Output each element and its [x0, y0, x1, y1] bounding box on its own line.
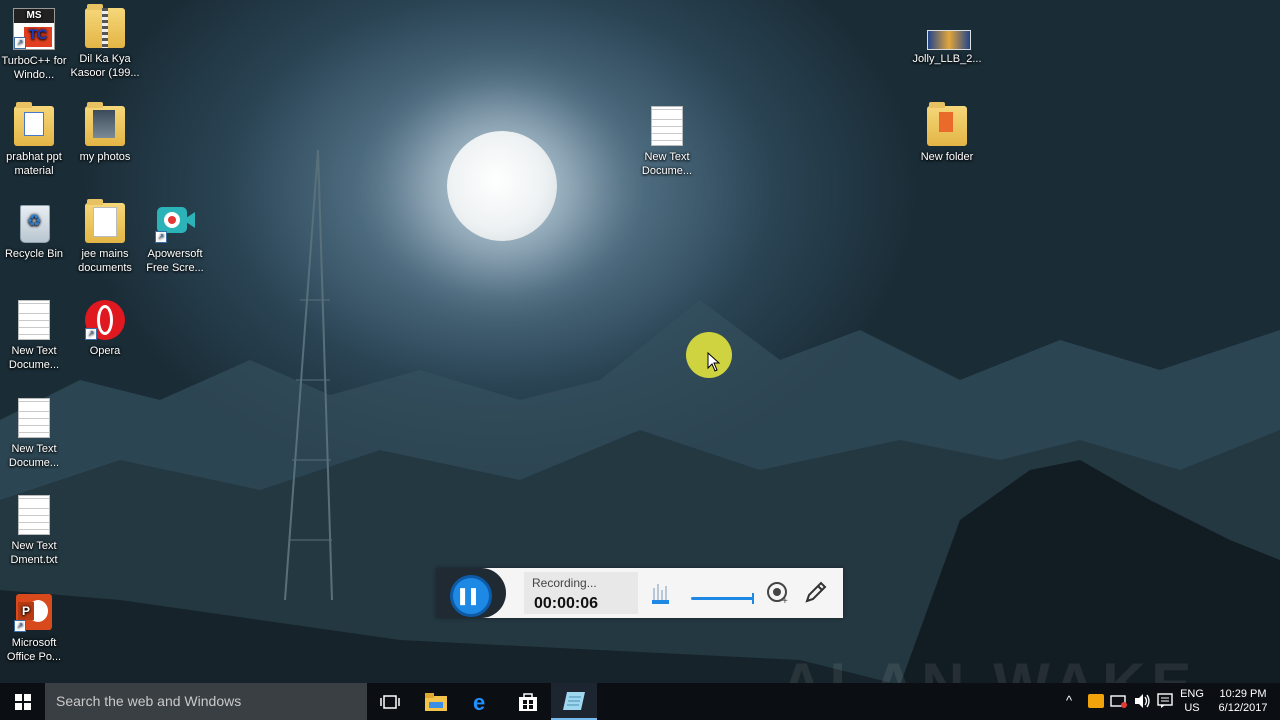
- desktop-icon-label: New folder: [920, 151, 974, 163]
- clock-date: 6/12/2017: [1218, 702, 1268, 714]
- desktop-icon-new-folder[interactable]: New folder: [911, 102, 983, 164]
- edge-browser-button[interactable]: e: [459, 683, 505, 720]
- folder-icon: [14, 102, 54, 146]
- recording-timer: 00:00:06: [534, 595, 599, 612]
- webcam-icon[interactable]: +: [767, 581, 789, 607]
- show-hidden-icons-button[interactable]: ^: [1066, 693, 1072, 708]
- desktop-icon-new-text-dment[interactable]: New Text Dment.txt: [0, 495, 70, 567]
- notification-icon[interactable]: [1157, 693, 1173, 709]
- desktop-icon-my-photos[interactable]: my photos: [69, 102, 141, 164]
- taskbar: Search the web and Windows e ^ ENG US 10…: [0, 683, 1280, 720]
- desktop-icon-new-text-document-3[interactable]: New Text Docume...: [631, 106, 703, 178]
- recording-info: Recording... 00:00:06: [524, 572, 638, 614]
- mouse-cursor-icon: [707, 352, 721, 372]
- screen-recorder-taskbar-button[interactable]: [551, 683, 597, 720]
- desktop-icon-new-text-document-2[interactable]: New Text Docume...: [0, 398, 70, 470]
- desktop-icon-dil-ka-kya-kasoor[interactable]: Dil Ka Kya Kasoor (199...: [69, 4, 141, 80]
- volume-icon[interactable]: [1134, 693, 1152, 709]
- clock-time: 10:29 PM: [1219, 688, 1267, 700]
- start-button[interactable]: [0, 683, 45, 720]
- tray-app-icon[interactable]: [1088, 694, 1104, 708]
- desktop-icon-recycle-bin[interactable]: ♻ Recycle Bin: [0, 203, 70, 261]
- text-document-icon: [18, 495, 50, 535]
- desktop-icon-label: my photos: [79, 151, 131, 163]
- clock[interactable]: 10:29 PM 6/12/2017: [1212, 687, 1274, 715]
- text-document-icon: [18, 300, 50, 340]
- desktop-icon-label: Microsoft Office Po...: [6, 637, 62, 663]
- text-document-icon: [651, 106, 683, 146]
- video-file-icon: [927, 8, 971, 50]
- store-button[interactable]: [505, 683, 551, 720]
- zip-folder-icon: [85, 4, 125, 48]
- desktop-icon-label: New Text Docume...: [8, 345, 60, 371]
- desktop-icon-label: Opera: [89, 345, 121, 357]
- recorder-control-panel: ▌▌: [436, 568, 506, 618]
- opera-icon: ↗: [85, 300, 125, 340]
- desktop-icon-opera[interactable]: ↗ Opera: [69, 300, 141, 358]
- desktop-icon-jolly-llb[interactable]: Jolly_LLB_2...: [911, 8, 983, 66]
- desktop-icon-new-text-document-1[interactable]: New Text Docume...: [0, 300, 70, 372]
- desktop-icon-label: jee mains documents: [78, 248, 132, 274]
- chevron-up-icon: ^: [1066, 693, 1073, 708]
- volume-slider[interactable]: [691, 593, 754, 604]
- desktop-icon-prabhat-ppt-material[interactable]: prabhat ppt material: [0, 102, 70, 178]
- desktop-icon-turboc[interactable]: MS TC ↗ TurboC++ for Windo...: [0, 8, 70, 82]
- pause-button[interactable]: ▌▌: [450, 575, 492, 617]
- notepad-icon: [563, 691, 585, 710]
- store-icon: [519, 692, 537, 711]
- folder-icon: [85, 102, 125, 146]
- task-view-button[interactable]: [367, 683, 413, 720]
- audio-level-icon[interactable]: [652, 582, 670, 604]
- moon: [447, 131, 557, 241]
- volume-slider-handle[interactable]: [752, 593, 754, 604]
- task-view-icon: [380, 694, 400, 709]
- svg-text:+: +: [782, 596, 788, 605]
- desktop-icon-label: New Text Docume...: [641, 151, 693, 177]
- desktop-icon-label: New Text Docume...: [8, 443, 60, 469]
- desktop-icon-jee-mains-documents[interactable]: jee mains documents: [69, 199, 141, 275]
- desktop-icon-label: Dil Ka Kya Kasoor (199...: [70, 53, 140, 79]
- desktop-icon-label: Recycle Bin: [4, 248, 64, 260]
- recycle-bin-icon: ♻: [14, 203, 54, 243]
- taskbar-search-box[interactable]: Search the web and Windows: [45, 683, 367, 720]
- language-indicator[interactable]: ENG US: [1177, 687, 1207, 715]
- file-explorer-button[interactable]: [413, 683, 459, 720]
- network-icon[interactable]: [1110, 693, 1128, 709]
- svg-text:e: e: [473, 691, 485, 713]
- language-code: ENG: [1180, 688, 1204, 700]
- folder-icon: [85, 199, 125, 243]
- desktop-icon-label: Jolly_LLB_2...: [912, 53, 982, 65]
- desktop-icon-label: TurboC++ for Windo...: [1, 55, 67, 81]
- folder-icon: [927, 102, 967, 146]
- screen-recorder-toolbar: ▌▌ Recording... 00:00:06 +: [436, 568, 843, 618]
- windows-logo-icon: [14, 693, 31, 710]
- keyboard-layout: US: [1184, 702, 1200, 714]
- desktop-icon-label: New Text Dment.txt: [10, 540, 58, 566]
- desktop-icon-label: prabhat ppt material: [6, 151, 62, 177]
- apowersoft-recorder-icon: ↗: [155, 203, 195, 243]
- pause-icon: ▌▌: [460, 588, 482, 604]
- pen-icon[interactable]: [803, 581, 827, 605]
- desktop-icon-apowersoft[interactable]: ↗ Apowersoft Free Scre...: [139, 203, 211, 275]
- search-placeholder: Search the web and Windows: [56, 693, 242, 709]
- turboc-icon: MS TC ↗: [13, 8, 55, 50]
- desktop-icon-microsoft-office-powerpoint[interactable]: P ↗ Microsoft Office Po...: [0, 592, 70, 664]
- text-document-icon: [18, 398, 50, 438]
- recording-status: Recording...: [532, 576, 597, 590]
- edge-icon: e: [473, 691, 485, 713]
- powerpoint-icon: P ↗: [14, 592, 54, 632]
- file-explorer-icon: [425, 692, 447, 711]
- cursor-highlight: [686, 332, 732, 378]
- desktop-icon-label: Apowersoft Free Scre...: [146, 248, 204, 274]
